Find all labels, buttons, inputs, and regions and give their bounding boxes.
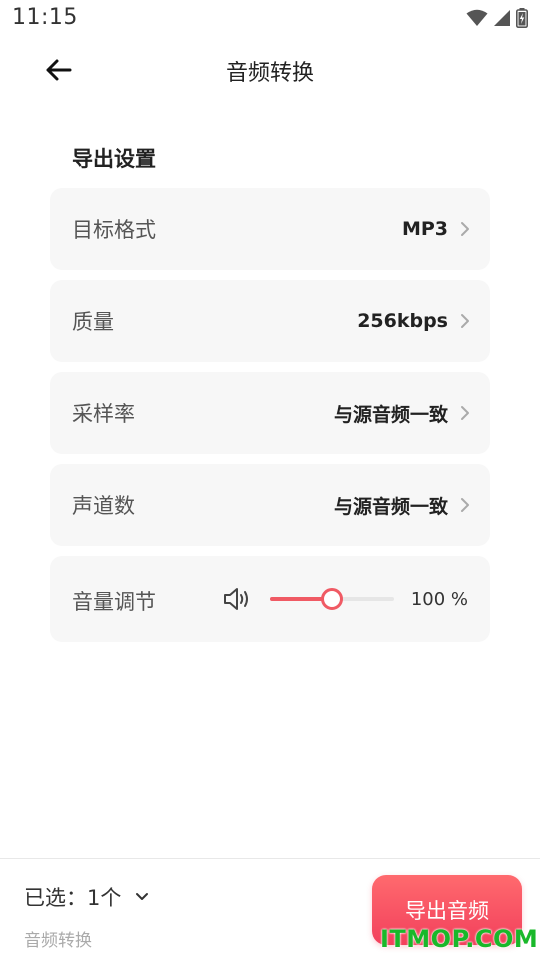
chevron-down-icon [136, 893, 149, 900]
speaker-volume-icon[interactable] [222, 586, 252, 612]
status-time: 11:15 [12, 5, 78, 30]
setting-row-volume: 音量调节 100 % [50, 556, 490, 642]
setting-row-target-format[interactable]: 目标格式 MP3 [50, 188, 490, 270]
setting-row-sample-rate[interactable]: 采样率 与源音频一致 [50, 372, 490, 454]
chevron-right-icon [461, 498, 469, 512]
volume-slider[interactable] [270, 586, 394, 612]
cell-signal-icon [494, 10, 510, 26]
setting-row-channels[interactable]: 声道数 与源音频一致 [50, 464, 490, 546]
watermark: ITMOP.COM [380, 925, 539, 953]
row-value: 256kbps [357, 310, 448, 332]
row-value: MP3 [401, 218, 448, 240]
chevron-right-icon [461, 314, 469, 328]
bottom-subtitle: 音频转换 [24, 931, 92, 951]
selected-count-label: 已选：1个 [24, 886, 122, 910]
chevron-right-icon [461, 406, 469, 420]
app-bar: 音频转换 [0, 40, 540, 100]
setting-row-quality[interactable]: 质量 256kbps [50, 280, 490, 362]
row-value: 与源音频一致 [333, 495, 448, 518]
battery-charging-icon [516, 8, 528, 28]
status-icons [466, 6, 528, 30]
row-label: 采样率 [72, 402, 135, 426]
volume-label: 音量调节 [72, 590, 156, 614]
section-title: 导出设置 [72, 147, 156, 171]
row-value: 与源音频一致 [333, 403, 448, 426]
selected-count-dropdown[interactable]: 已选：1个 [24, 882, 149, 912]
status-bar: 11:15 [0, 0, 540, 38]
screen: 11:15 音频转换 导出设置 目标格式 MP3 质量 256kbps 采样率 … [0, 0, 540, 960]
page-title: 音频转换 [225, 61, 314, 86]
wifi-icon [466, 9, 488, 26]
bottom-divider [0, 858, 540, 859]
chevron-right-icon [461, 222, 469, 236]
volume-value: 100 % [410, 589, 468, 610]
row-label: 质量 [72, 310, 114, 334]
slider-thumb[interactable] [321, 588, 343, 610]
row-label: 目标格式 [72, 218, 156, 242]
row-label: 声道数 [72, 494, 135, 518]
